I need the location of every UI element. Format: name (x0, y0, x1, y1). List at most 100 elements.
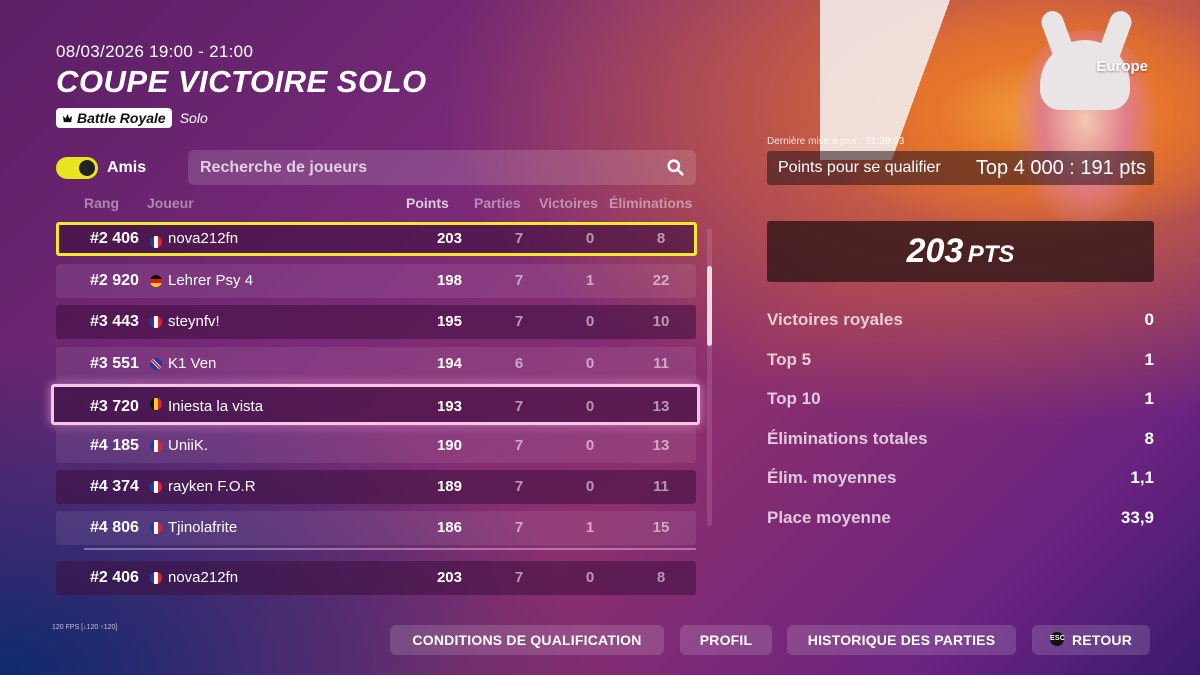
total-points-suffix: PTS (967, 241, 1015, 268)
qualification-conditions-button[interactable]: CONDITIONS DE QUALIFICATION (390, 625, 664, 655)
leaderboard-row[interactable]: #4 806 Tjinolafrite 186 7 1 15 (56, 511, 696, 545)
row-matches: 7 (514, 230, 524, 247)
row-wins: 1 (585, 519, 595, 536)
row-matches: 7 (514, 437, 524, 454)
row-rank: #4 374 (90, 478, 139, 495)
stat-row: Place moyenne 33,9 (767, 508, 1154, 534)
row-elims: 15 (652, 519, 670, 536)
stat-label: Élim. moyennes (767, 468, 897, 487)
flag-fr-icon (150, 572, 162, 584)
search-icon[interactable] (667, 159, 684, 176)
flag-fr-icon (150, 316, 162, 328)
row-matches: 7 (514, 313, 524, 330)
stat-label: Place moyenne (767, 507, 891, 527)
player-search-input[interactable]: Recherche de joueurs (188, 150, 696, 185)
row-elims: 10 (652, 313, 670, 330)
qualify-threshold-box: Points pour se qualifier Top 4 000 : 191… (767, 151, 1154, 185)
flag-de-icon (150, 275, 162, 287)
row-matches: 7 (514, 272, 524, 289)
stat-value: 0 (1144, 310, 1154, 329)
mode-badge-label: Battle Royale (77, 110, 166, 126)
row-rank: #3 443 (90, 313, 139, 330)
self-summary-row[interactable]: #2 406 nova212fn 203 7 0 8 (56, 561, 696, 595)
row-matches: 7 (514, 478, 524, 495)
col-header-rank: Rang (84, 195, 119, 211)
row-player-name: UniiK. (168, 437, 209, 454)
event-mode: Battle Royale Solo (56, 108, 208, 128)
leaderboard-row[interactable]: #4 374 rayken F.O.R 189 7 0 11 (56, 470, 696, 504)
row-points: 198 (436, 272, 462, 289)
row-points: 195 (436, 313, 462, 330)
row-rank: #2 406 (90, 230, 139, 247)
row-rank: #4 806 (90, 519, 139, 536)
row-rank: #3 551 (90, 355, 139, 372)
row-elims: 8 (656, 230, 666, 247)
row-player-name: Tjinolafrite (168, 519, 238, 536)
row-elims: 11 (653, 478, 669, 495)
total-points-box: 203 PTS (767, 221, 1154, 282)
profile-button[interactable]: PROFIL (680, 625, 772, 655)
row-player-name: steynfv! (168, 313, 220, 330)
row-rank: #2 406 (90, 569, 139, 586)
mode-badge: Battle Royale (56, 108, 172, 128)
mode-type: Solo (179, 110, 208, 126)
col-header-elims: Éliminations (609, 195, 693, 211)
row-rank: #2 920 (90, 272, 139, 289)
stat-value: 1 (1144, 349, 1154, 369)
flag-fr-icon (150, 522, 162, 534)
row-elims: 11 (653, 355, 669, 372)
stat-label: Top 5 (767, 349, 812, 369)
stat-value: 1,1 (1130, 468, 1154, 487)
match-history-button[interactable]: HISTORIQUE DES PARTIES (787, 625, 1016, 655)
stat-row: Éliminations totales 8 (767, 429, 1154, 455)
row-points: 186 (436, 519, 462, 536)
event-datetime: 08/03/2026 19:00 - 21:00 (56, 42, 254, 61)
row-rank: #4 185 (90, 437, 139, 454)
leaderboard-row[interactable]: #4 185 UniiK. 190 7 0 13 (56, 429, 696, 463)
row-player-name: Lehrer Psy 4 (168, 272, 254, 289)
fps-counter: 120 FPS [↓120 ↑120] (52, 624, 118, 631)
leaderboard-row[interactable]: #3 443 steynfv! 195 7 0 10 (56, 305, 696, 339)
leaderboard-row[interactable]: #2 920 Lehrer Psy 4 198 7 1 22 (56, 264, 696, 298)
col-header-wins: Victoires (539, 195, 598, 211)
friends-toggle[interactable] (56, 157, 98, 179)
row-matches: 7 (514, 519, 524, 536)
stat-label: Top 10 (767, 389, 821, 408)
row-wins: 1 (585, 272, 595, 289)
flag-fr-icon (150, 440, 162, 452)
friends-toggle-label: Amis (107, 159, 147, 176)
row-player-name: Iniesta la vista (168, 398, 264, 415)
event-title: COUPE VICTOIRE SOLO (56, 64, 427, 99)
row-points: 190 (436, 437, 462, 454)
search-placeholder: Recherche de joueurs (200, 159, 368, 176)
row-player-name: K1 Ven (168, 355, 217, 372)
leaderboard-row[interactable]: #3 720 Iniesta la vista 193 7 0 13 (51, 384, 700, 425)
flag-gb-icon (150, 358, 162, 370)
back-button-label: RETOUR (1071, 632, 1133, 648)
stat-row: Élim. moyennes 1,1 (767, 468, 1154, 494)
row-wins: 0 (585, 569, 595, 586)
qualify-value: Top 4 000 : 191 pts (975, 157, 1146, 179)
row-wins: 0 (585, 355, 595, 372)
row-points: 189 (436, 478, 462, 495)
stat-label: Éliminations totales (767, 428, 928, 448)
toggle-knob (79, 160, 95, 176)
stat-value: 1 (1144, 389, 1154, 408)
back-button[interactable]: ESC RETOUR (1032, 625, 1150, 655)
row-wins: 0 (585, 230, 595, 247)
scrollbar-thumb[interactable] (707, 266, 712, 346)
row-matches: 7 (514, 569, 524, 586)
row-wins: 0 (585, 398, 595, 415)
flag-fr-icon (150, 481, 162, 493)
stat-row: Top 5 1 (767, 350, 1154, 376)
row-points: 194 (436, 355, 462, 372)
leaderboard-row[interactable]: #2 406 nova212fn 203 7 0 8 (56, 222, 697, 256)
row-points: 193 (436, 398, 462, 415)
stat-row: Top 10 1 (767, 389, 1154, 415)
row-matches: 6 (514, 355, 524, 372)
row-player-name: nova212fn (168, 569, 239, 586)
row-elims: 22 (652, 272, 670, 289)
row-points: 203 (436, 569, 462, 586)
stat-value: 33,9 (1120, 507, 1154, 527)
leaderboard-row[interactable]: #3 551 K1 Ven 194 6 0 11 (56, 347, 696, 381)
